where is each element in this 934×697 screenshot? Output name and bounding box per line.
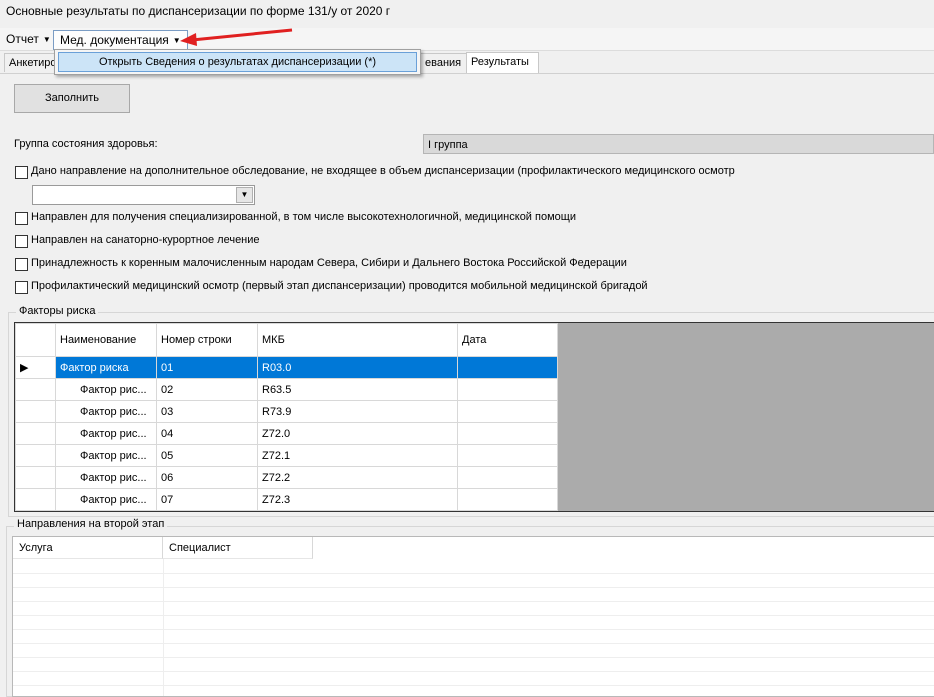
- cell-date[interactable]: [457, 422, 558, 445]
- table-row[interactable]: Фактор рис... 03 R73.9: [15, 400, 558, 423]
- row-divider: [13, 643, 934, 644]
- cell-mkb[interactable]: Z72.1: [257, 444, 458, 467]
- row-divider: [13, 601, 934, 602]
- table-header-row: Наименование Номер строки МКБ Дата: [15, 323, 558, 357]
- row-divider: [13, 685, 934, 686]
- second-stage-title: Направления на второй этап: [14, 518, 168, 530]
- row-selector[interactable]: [15, 378, 56, 401]
- health-group-field[interactable]: I группа: [423, 134, 934, 154]
- risk-factors-grid: Наименование Номер строки МКБ Дата ▶ Фак…: [14, 322, 934, 512]
- cell-mkb[interactable]: Z72.0: [257, 422, 458, 445]
- cell-mkb[interactable]: R03.0: [257, 356, 458, 379]
- table-row[interactable]: Фактор рис... 07 Z72.3: [15, 488, 558, 511]
- cell-line[interactable]: 04: [156, 422, 258, 445]
- table-row[interactable]: ▶ Фактор риска 01 R03.0: [15, 356, 558, 379]
- risk-factors-table: Наименование Номер строки МКБ Дата ▶ Фак…: [15, 323, 558, 511]
- cell-mkb[interactable]: R73.9: [257, 400, 458, 423]
- cell-date[interactable]: [457, 444, 558, 467]
- col-header-service[interactable]: Услуга: [13, 537, 163, 559]
- specialized-care-label: Направлен для получения специализированн…: [31, 211, 576, 223]
- menu-bar: Отчет ▼ Мед. документация ▼: [0, 28, 934, 51]
- cell-date[interactable]: [457, 378, 558, 401]
- cell-date[interactable]: [457, 488, 558, 511]
- cell-name[interactable]: Фактор рис...: [55, 444, 157, 467]
- table-row[interactable]: Фактор рис... 05 Z72.1: [15, 444, 558, 467]
- row-divider: [13, 587, 934, 588]
- row-divider: [13, 629, 934, 630]
- table-row[interactable]: Фактор рис... 04 Z72.0: [15, 422, 558, 445]
- cell-date[interactable]: [457, 466, 558, 489]
- menu-meddocs[interactable]: Мед. документация ▼: [53, 30, 188, 50]
- chevron-down-icon[interactable]: ▼: [236, 187, 253, 203]
- row-selector[interactable]: [15, 422, 56, 445]
- menu-meddocs-label: Мед. документация: [60, 33, 169, 47]
- meddocs-dropdown: Открыть Сведения о результатах диспансер…: [54, 49, 421, 75]
- menu-report[interactable]: Отчет ▼: [0, 30, 57, 48]
- additional-exam-label: Дано направление на дополнительное обсле…: [31, 165, 735, 177]
- indigenous-label: Принадлежность к коренным малочисленным …: [31, 257, 627, 269]
- cell-line[interactable]: 01: [156, 356, 258, 379]
- cell-date[interactable]: [457, 400, 558, 423]
- indigenous-checkbox[interactable]: [15, 258, 28, 271]
- row-selector[interactable]: [15, 400, 56, 423]
- cell-name[interactable]: Фактор рис...: [55, 466, 157, 489]
- row-selector[interactable]: [15, 488, 56, 511]
- fill-button[interactable]: Заполнить: [14, 84, 130, 113]
- cell-name[interactable]: Фактор рис...: [55, 422, 157, 445]
- cell-date[interactable]: [457, 356, 558, 379]
- health-group-label: Группа состояния здоровья:: [14, 138, 158, 150]
- col-header-line[interactable]: Номер строки: [156, 323, 258, 357]
- additional-exam-combo[interactable]: ▼: [32, 185, 255, 205]
- cell-line[interactable]: 02: [156, 378, 258, 401]
- cell-mkb[interactable]: R63.5: [257, 378, 458, 401]
- cell-name[interactable]: Фактор рис...: [55, 400, 157, 423]
- annotation-arrow-icon: [180, 28, 293, 46]
- col-header-date[interactable]: Дата: [457, 323, 558, 357]
- risk-factors-title: Факторы риска: [16, 305, 99, 317]
- row-divider: [13, 657, 934, 658]
- cell-name[interactable]: Фактор рис...: [55, 378, 157, 401]
- cell-name[interactable]: Фактор рис...: [55, 488, 157, 511]
- tab-diseases[interactable]: евания: [420, 53, 468, 72]
- sanatorium-label: Направлен на санаторно-курортное лечение: [31, 234, 260, 246]
- current-row-icon: ▶: [20, 362, 29, 374]
- chevron-down-icon: ▼: [42, 35, 51, 44]
- cell-name[interactable]: Фактор риска: [55, 356, 157, 379]
- cell-mkb[interactable]: Z72.2: [257, 466, 458, 489]
- col-header-mkb[interactable]: МКБ: [257, 323, 458, 357]
- window-title: Основные результаты по диспансеризации п…: [6, 4, 391, 18]
- row-divider: [13, 615, 934, 616]
- table-row[interactable]: Фактор рис... 06 Z72.2: [15, 466, 558, 489]
- second-stage-list: Услуга Специалист: [12, 536, 934, 697]
- row-selector[interactable]: [15, 466, 56, 489]
- row-selector[interactable]: [15, 444, 56, 467]
- mobile-team-label: Профилактический медицинский осмотр (пер…: [31, 280, 648, 292]
- row-header-corner: [15, 323, 56, 357]
- col-header-name[interactable]: Наименование: [55, 323, 157, 357]
- cell-line[interactable]: 05: [156, 444, 258, 467]
- sanatorium-checkbox[interactable]: [15, 235, 28, 248]
- additional-exam-checkbox[interactable]: [15, 166, 28, 179]
- column-divider: [163, 559, 164, 696]
- row-divider: [13, 671, 934, 672]
- row-selector[interactable]: ▶: [15, 356, 56, 379]
- cell-line[interactable]: 07: [156, 488, 258, 511]
- cell-line[interactable]: 03: [156, 400, 258, 423]
- cell-mkb[interactable]: Z72.3: [257, 488, 458, 511]
- table-row[interactable]: Фактор рис... 02 R63.5: [15, 378, 558, 401]
- col-header-specialist[interactable]: Специалист: [163, 537, 313, 559]
- specialized-care-checkbox[interactable]: [15, 212, 28, 225]
- open-results-info-item[interactable]: Открыть Сведения о результатах диспансер…: [58, 52, 417, 72]
- row-divider: [13, 573, 934, 574]
- mobile-team-checkbox[interactable]: [15, 281, 28, 294]
- menu-report-label: Отчет: [6, 32, 39, 46]
- cell-line[interactable]: 06: [156, 466, 258, 489]
- tab-results[interactable]: Результаты: [466, 52, 539, 73]
